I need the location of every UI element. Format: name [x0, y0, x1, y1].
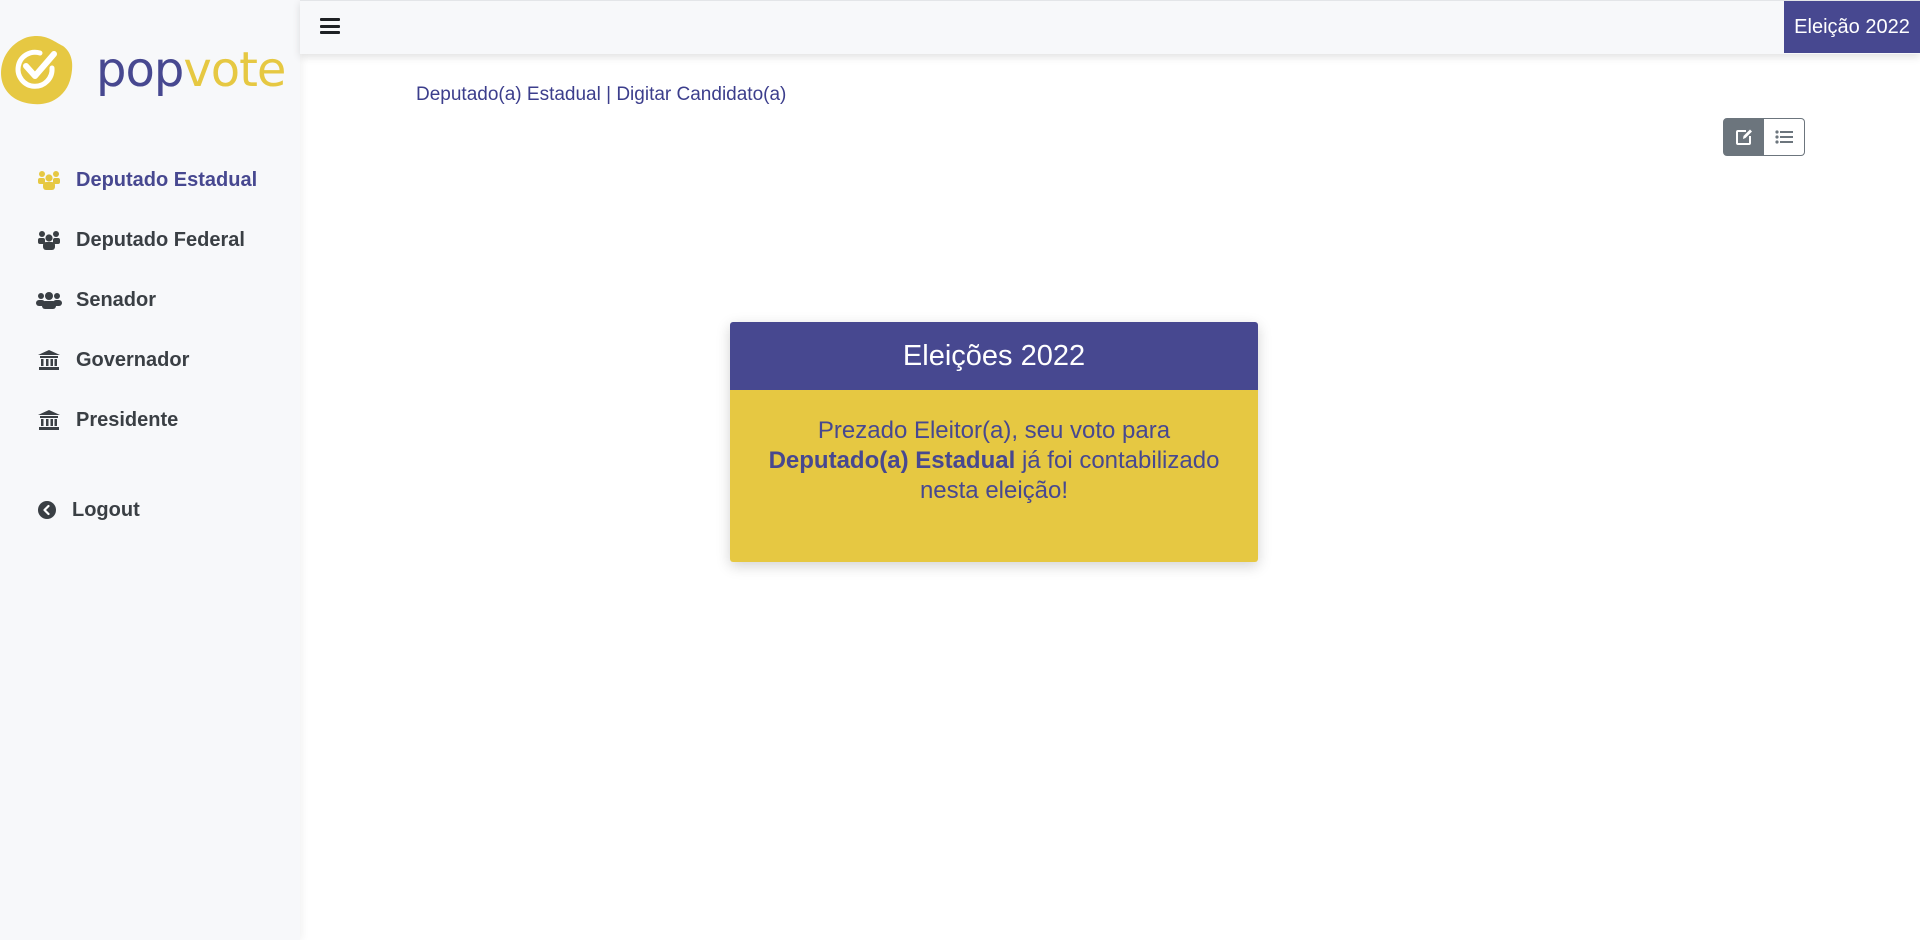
sidebar-nav: Deputado Estadual Deputado Federal Senad…: [0, 150, 300, 540]
bank-icon: [36, 409, 62, 431]
vote-status-card: Eleições 2022 Prezado Eleitor(a), seu vo…: [730, 322, 1258, 562]
bank-icon: [36, 349, 62, 371]
sidebar-item-label: Deputado Federal: [76, 228, 245, 251]
sidebar-item-governador[interactable]: Governador: [0, 330, 300, 390]
chevron-circle-left-icon: [36, 499, 58, 521]
logout-button[interactable]: Logout: [0, 480, 300, 540]
logo[interactable]: popvote: [0, 34, 286, 106]
card-message-start: Prezado Eleitor(a), seu voto para: [817, 417, 1171, 444]
logo-text-vote: vote: [183, 42, 286, 98]
hamburger-icon[interactable]: [320, 18, 340, 34]
sidebar-item-label: Senador: [76, 288, 157, 311]
list-icon: [1775, 130, 1793, 144]
logo-text-pop: pop: [96, 42, 184, 98]
sidebar-item-label: Governador: [76, 348, 190, 371]
sidebar-item-label: Deputado Estadual: [76, 168, 258, 191]
sidebar-item-presidente[interactable]: Presidente: [0, 390, 300, 450]
popvote-logo-icon: [1, 36, 73, 105]
sidebar-item-label: Presidente: [76, 408, 179, 431]
card-message: Prezado Eleitor(a), seu voto para Deputa…: [730, 390, 1258, 562]
users-icon: [36, 289, 62, 311]
sidebar-item-deputado-federal[interactable]: Deputado Federal: [0, 210, 300, 270]
card-title: Eleições 2022: [730, 322, 1258, 390]
card-message-office: Deputado(a) Estadual: [768, 447, 1016, 474]
edit-view-button[interactable]: [1723, 118, 1764, 156]
view-toggle: [1723, 118, 1805, 156]
logo-text: popvote: [96, 46, 286, 94]
users-icon: [36, 229, 62, 251]
edit-icon: [1735, 129, 1752, 145]
sidebar-item-senador[interactable]: Senador: [0, 270, 300, 330]
sidebar-item-deputado-estadual[interactable]: Deputado Estadual: [0, 150, 300, 210]
sidebar: popvote Deputado Estadual Deputado Feder…: [0, 0, 300, 940]
election-badge: Eleição 2022: [1784, 1, 1920, 53]
logout-label: Logout: [72, 498, 140, 521]
breadcrumb: Deputado(a) Estadual | Digitar Candidato…: [416, 84, 787, 105]
list-view-button[interactable]: [1764, 118, 1805, 156]
top-navbar: Eleição 2022: [300, 0, 1920, 54]
users-icon: [36, 169, 62, 191]
